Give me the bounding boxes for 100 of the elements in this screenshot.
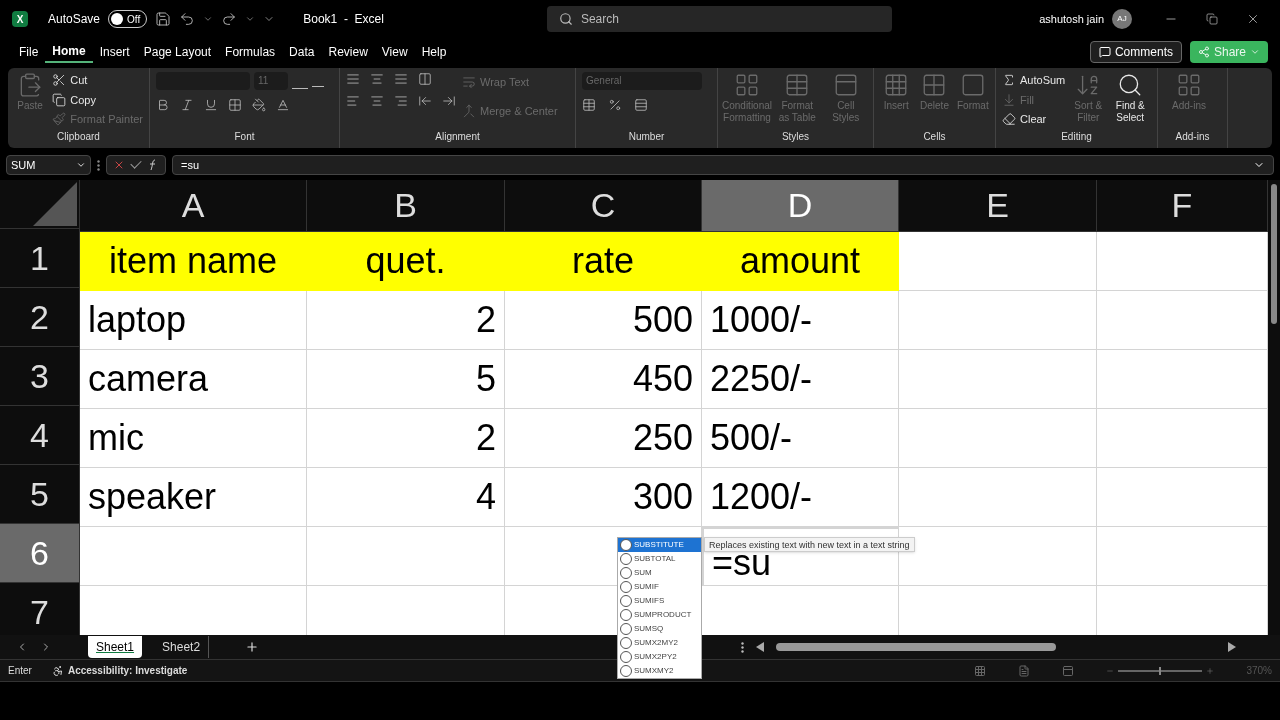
table-cell: speaker — [80, 468, 307, 527]
caret-icon[interactable] — [203, 14, 214, 24]
caret-icon — [1250, 47, 1260, 57]
function-icon — [620, 637, 632, 649]
table-cell: mic — [80, 409, 307, 468]
undo-icon[interactable] — [179, 11, 196, 27]
decrease-indent-icon[interactable] — [418, 94, 432, 108]
scrollbar-thumb[interactable] — [1271, 184, 1277, 324]
fill-color-icon[interactable] — [252, 98, 266, 112]
cut-button[interactable]: Cut — [52, 72, 143, 89]
autocomplete-item[interactable]: SUM — [618, 566, 701, 580]
italic-icon[interactable] — [180, 98, 194, 112]
increase-indent-icon[interactable] — [442, 94, 456, 108]
autocomplete-item[interactable]: SUBTOTAL — [618, 552, 701, 566]
autocomplete-item[interactable]: SUMSQ — [618, 622, 701, 636]
table-cell: 4 — [307, 468, 505, 527]
copy-button[interactable]: Copy — [52, 91, 143, 108]
restore-icon[interactable] — [1206, 13, 1218, 25]
menu-tab[interactable]: Page Layout — [136, 41, 219, 63]
borders-icon[interactable] — [228, 98, 242, 112]
column-header[interactable]: A — [80, 180, 307, 232]
autocomplete-item[interactable]: SUMPRODUCT — [618, 608, 701, 622]
align-center-icon[interactable] — [370, 94, 384, 108]
select-all-corner[interactable] — [0, 180, 80, 229]
row-header[interactable]: 2 — [0, 288, 80, 347]
page-layout-icon[interactable] — [1018, 664, 1031, 677]
orientation-icon[interactable] — [418, 72, 432, 86]
search-field[interactable]: Search — [546, 6, 892, 32]
scroll-left-icon[interactable] — [756, 642, 765, 652]
accessibility-button[interactable]: Accessibility: Investigate — [51, 663, 188, 678]
normal-view-icon[interactable] — [974, 664, 987, 677]
user-avatar[interactable]: AJ — [1112, 9, 1132, 29]
autocomplete-item[interactable]: SUMIFS — [618, 594, 701, 608]
find-select-button[interactable]: Find & Select — [1111, 72, 1150, 129]
sheet-tab[interactable]: Sheet1 — [88, 636, 143, 658]
page-break-icon[interactable] — [1062, 664, 1075, 677]
more-icon[interactable] — [97, 159, 100, 171]
table-cell: 500 — [505, 291, 702, 350]
column-header[interactable]: B — [307, 180, 505, 232]
cancel-icon[interactable] — [113, 159, 125, 171]
row-header[interactable]: 7 — [0, 583, 80, 635]
caret-icon[interactable] — [245, 14, 256, 24]
column-header[interactable]: E — [899, 180, 1097, 232]
menu-tab[interactable]: Help — [414, 41, 454, 63]
align-left-icon[interactable] — [346, 94, 360, 108]
menu-tab[interactable]: Insert — [92, 41, 137, 63]
table-cell: 250 — [505, 409, 702, 468]
zoom-level: 370% — [1246, 664, 1272, 678]
scroll-right-icon[interactable] — [1228, 642, 1237, 652]
decimal-icon[interactable] — [634, 98, 648, 112]
menu-tab[interactable]: Home — [45, 41, 93, 63]
autosum-button[interactable]: AutoSum — [1002, 72, 1066, 89]
more-icon[interactable] — [741, 641, 745, 653]
middle-align-icon[interactable] — [370, 72, 384, 86]
add-sheet-icon[interactable] — [245, 640, 260, 654]
ribbon-group-label: Styles — [780, 130, 811, 144]
autocomplete-item[interactable]: SUMX2MY2 — [618, 636, 701, 650]
ribbon-group-label: Cells — [922, 130, 947, 144]
bottom-align-icon[interactable] — [394, 72, 408, 86]
sheet-tab[interactable]: Sheet2 — [154, 636, 210, 658]
underline-icon[interactable] — [204, 98, 218, 112]
row-header[interactable]: 6 — [0, 524, 80, 583]
menu-tab[interactable]: Formulas — [218, 41, 283, 63]
menu-tab[interactable]: File — [12, 41, 46, 63]
bold-icon[interactable] — [156, 98, 170, 112]
accounting-icon[interactable] — [582, 98, 596, 112]
table-cell: item name — [80, 232, 307, 291]
menu-tab[interactable]: Review — [321, 41, 375, 63]
percent-icon[interactable] — [608, 98, 622, 112]
redo-icon[interactable] — [221, 11, 238, 27]
zoom-slider[interactable] — [1118, 669, 1203, 672]
formula-field[interactable]: =su — [172, 155, 1274, 175]
menu-tab[interactable]: Data — [282, 41, 322, 63]
column-header[interactable]: F — [1097, 180, 1268, 232]
row-header[interactable]: 3 — [0, 347, 80, 406]
cut-icon — [52, 73, 67, 88]
ribbon-group-label: Font — [233, 130, 256, 144]
menu-tab[interactable]: View — [374, 41, 415, 63]
row-header[interactable]: 1 — [0, 229, 80, 288]
align-right-icon[interactable] — [394, 94, 408, 108]
column-header[interactable]: D — [702, 180, 899, 232]
save-icon[interactable] — [155, 11, 172, 27]
comments-button[interactable]: Comments — [1089, 41, 1182, 63]
table-cell: camera — [80, 350, 307, 409]
row-header[interactable]: 4 — [0, 406, 80, 465]
table-cell: quet. — [307, 232, 505, 291]
clear-button[interactable]: Clear — [1002, 111, 1066, 128]
close-icon[interactable] — [1246, 12, 1260, 26]
autocomplete-item[interactable]: SUMX2PY2 — [618, 650, 701, 664]
autocomplete-item[interactable]: SUMXMY2 — [618, 664, 701, 678]
table-cell: 500/- — [702, 409, 899, 468]
autocomplete-item[interactable]: SUBSTITUTE — [618, 538, 701, 552]
top-align-icon[interactable] — [346, 72, 360, 86]
name-box[interactable]: SUM — [6, 155, 91, 175]
font-color-icon[interactable] — [276, 98, 290, 112]
row-header[interactable]: 5 — [0, 465, 80, 524]
autocomplete-item[interactable]: SUMIF — [618, 580, 701, 594]
column-header[interactable]: C — [505, 180, 702, 232]
table-cell: 1000/- — [702, 291, 899, 350]
share-icon — [1197, 46, 1210, 58]
